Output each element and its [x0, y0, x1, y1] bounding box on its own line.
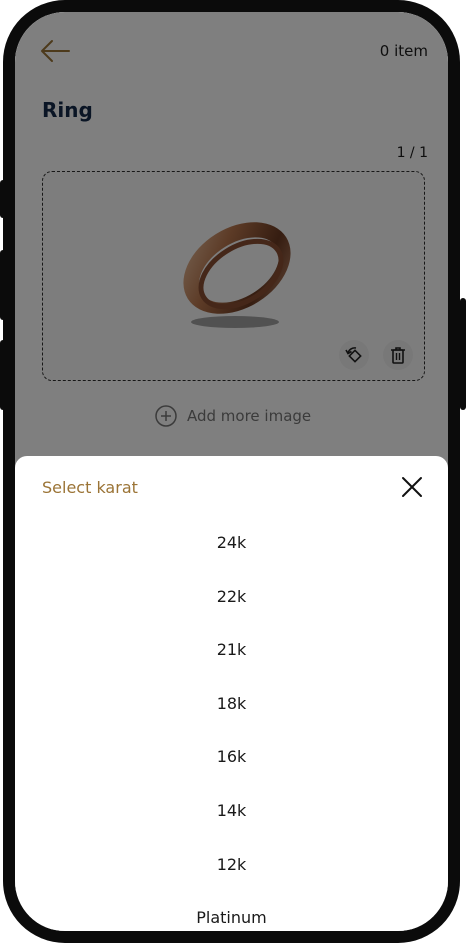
sheet-title: Select karat — [42, 478, 138, 497]
karat-option-14k[interactable]: 14k — [15, 784, 448, 838]
karat-option-16k[interactable]: 16k — [15, 730, 448, 784]
karat-option-21k[interactable]: 21k — [15, 623, 448, 677]
karat-option-12k[interactable]: 12k — [15, 838, 448, 892]
karat-options-list: 24k 22k 21k 18k 16k 14k 12k Platinum — [15, 516, 448, 931]
karat-option-platinum[interactable]: Platinum — [15, 891, 448, 931]
phone-screen: 0 item Ring 1 / 1 — [15, 12, 448, 931]
close-button[interactable] — [397, 472, 427, 502]
phone-frame: 0 item Ring 1 / 1 — [3, 0, 460, 943]
select-karat-sheet: Select karat 24k 22k 21k 18k 16k 14k 12k… — [15, 456, 448, 931]
close-icon — [402, 477, 422, 497]
karat-option-22k[interactable]: 22k — [15, 570, 448, 624]
karat-option-18k[interactable]: 18k — [15, 677, 448, 731]
phone-side-button-right — [460, 298, 466, 410]
karat-option-24k[interactable]: 24k — [15, 516, 448, 570]
